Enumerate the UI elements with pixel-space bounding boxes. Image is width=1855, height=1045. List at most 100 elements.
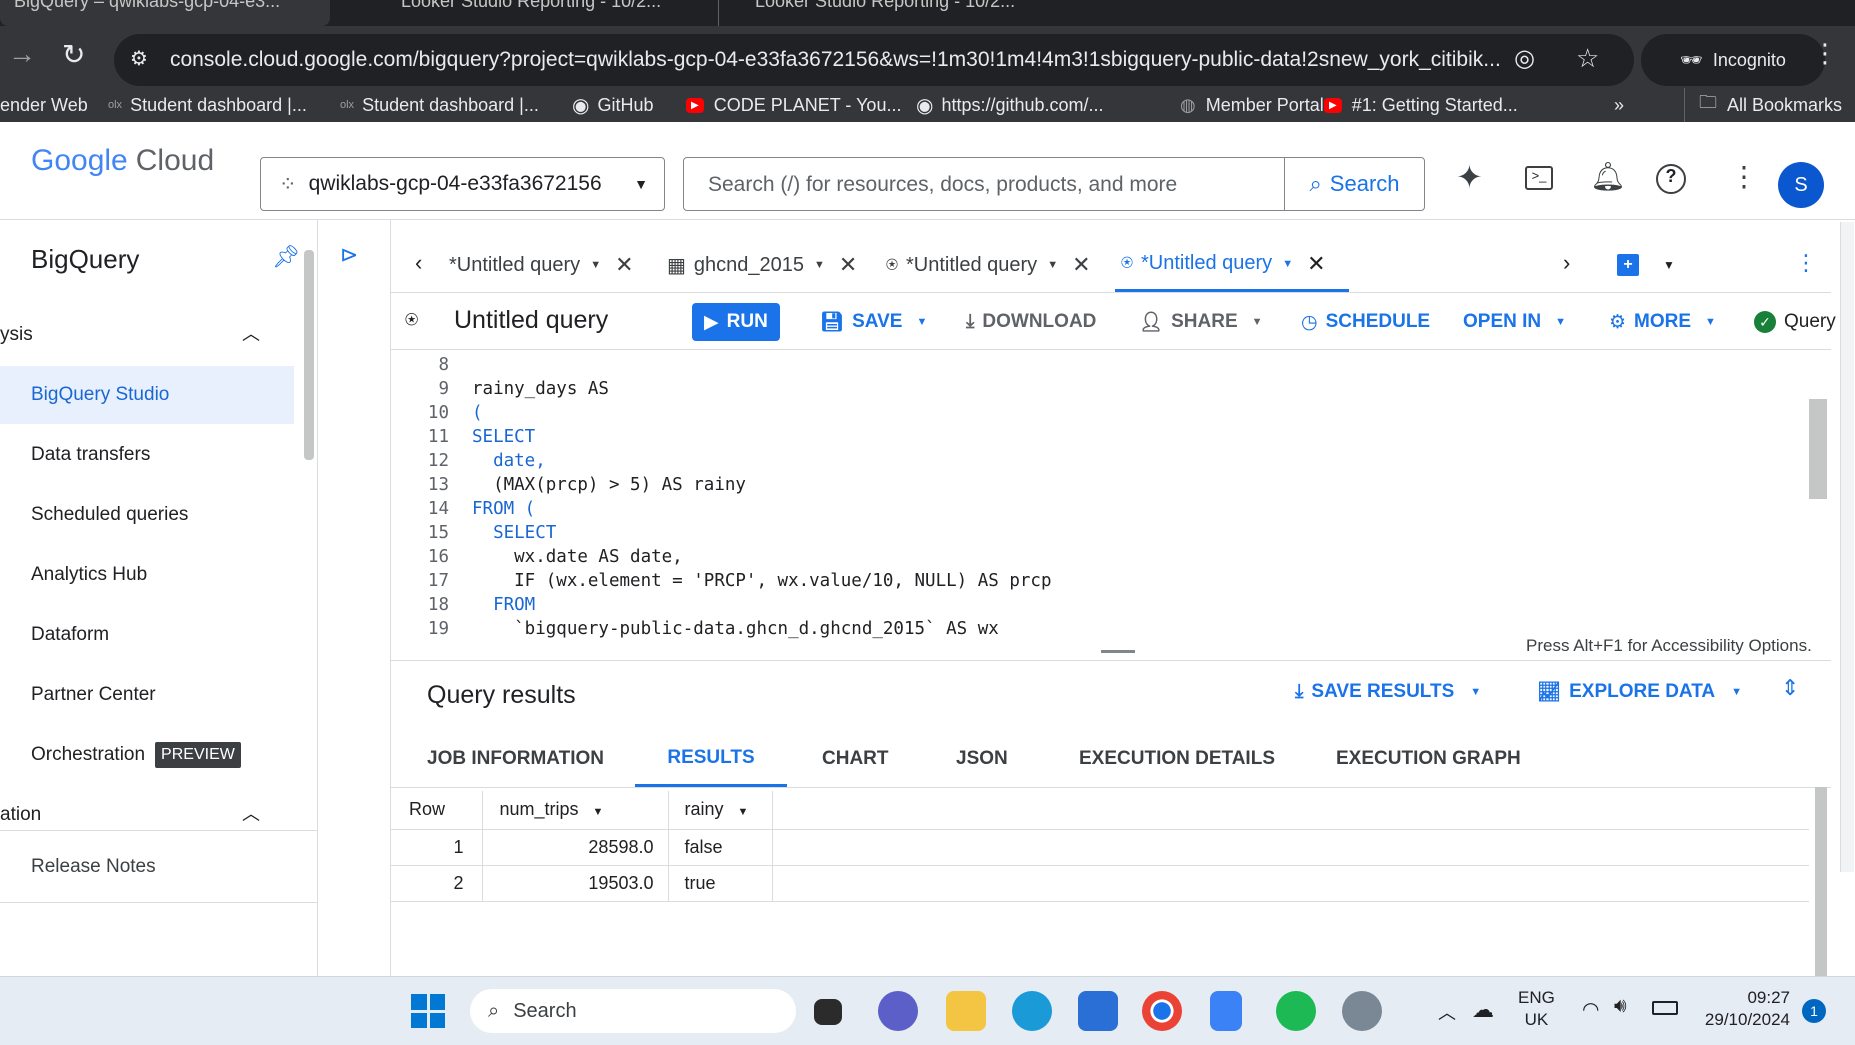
edge-icon[interactable] xyxy=(1012,991,1052,1031)
schedule-button[interactable]: ◷ SCHEDULE xyxy=(1301,293,1430,351)
battery-icon[interactable] xyxy=(1652,1001,1678,1015)
bookmark-item[interactable]: olx Student dashboard |... xyxy=(108,88,307,122)
bookmark-item[interactable]: ▶ CODE PLANET - You... xyxy=(686,88,901,122)
query-status[interactable]: ✓ Query xyxy=(1754,293,1836,351)
bookmark-star-icon[interactable]: ☆ xyxy=(1576,43,1599,74)
site-settings-icon[interactable]: ⚙ xyxy=(130,46,148,71)
clock[interactable]: 09:27 29/10/2024 xyxy=(1690,987,1790,1031)
sidebar-item-orchestration[interactable]: Orchestration PREVIEW xyxy=(0,726,294,784)
table-row[interactable]: 1 28598.0 false xyxy=(391,829,1809,865)
tab-untitled-query-2[interactable]: ⍟ *Untitled query ▼ ✕ xyxy=(886,238,1091,292)
explore-data-button[interactable]: 📈︎ EXPLORE DATA ▼ xyxy=(1537,663,1742,721)
taskbar-search[interactable]: ⌕ Search xyxy=(470,989,796,1033)
tab-untitled-query-active[interactable]: ⍟ *Untitled query ▼ ✕ xyxy=(1115,238,1349,292)
dropdown-arrow-icon[interactable]: ▼ xyxy=(1663,258,1675,272)
download-button[interactable]: ⤓ DOWNLOAD xyxy=(966,293,1096,351)
close-icon[interactable]: ✕ xyxy=(1307,251,1325,277)
more-bookmarks-icon[interactable]: » xyxy=(1614,88,1624,122)
save-button[interactable]: 💾︎ SAVE ▼ xyxy=(820,293,927,351)
bookmark-item[interactable]: olx Student dashboard |... xyxy=(340,88,539,122)
settings-menu-icon[interactable]: ⋮ xyxy=(1730,160,1758,193)
sidebar-item-bigquery-studio[interactable]: BigQuery Studio xyxy=(0,366,294,424)
google-cloud-logo[interactable]: Google Cloud xyxy=(31,144,214,178)
release-notes-link[interactable]: Release Notes xyxy=(31,856,156,878)
more-button[interactable]: ⚙ MORE ▼ xyxy=(1609,293,1716,351)
tab-menu-icon[interactable]: ⋮ xyxy=(1795,250,1817,276)
tab-ghcnd-2015[interactable]: ▦ ghcnd_2015 ▼ ✕ xyxy=(667,238,857,292)
browser-tab-bigquery[interactable]: BigQuery – qwiklabs-gcp-04-e3... xyxy=(0,0,330,26)
bookmark-item[interactable]: ▶ #1: Getting Started... xyxy=(1324,88,1518,122)
expand-icon[interactable]: ⇕ xyxy=(1781,675,1799,701)
close-icon[interactable]: ✕ xyxy=(1072,252,1090,278)
new-tab-button[interactable]: + xyxy=(1617,254,1639,276)
sidebar-scrollbar[interactable] xyxy=(304,250,314,460)
spotify-icon[interactable] xyxy=(1276,991,1316,1031)
avatar[interactable]: S xyxy=(1778,162,1824,208)
help-icon[interactable]: ? xyxy=(1656,164,1686,194)
sort-arrow-icon[interactable]: ▼ xyxy=(738,806,749,818)
save-results-button[interactable]: ⤓ SAVE RESULTS ▼ xyxy=(1295,663,1481,721)
search-input[interactable]: Search (/) for resources, docs, products… xyxy=(708,173,1177,197)
tab-untitled-query-1[interactable]: *Untitled query ▼ ✕ xyxy=(449,238,634,292)
close-icon[interactable]: ✕ xyxy=(615,252,633,278)
tab-execution-details[interactable]: EXECUTION DETAILS xyxy=(1079,731,1275,787)
dropdown-arrow-icon[interactable]: ▼ xyxy=(814,259,825,271)
chrome-icon[interactable] xyxy=(1142,991,1182,1031)
sidebar-section-migration[interactable]: ation xyxy=(0,804,41,826)
tab-execution-graph[interactable]: EXECUTION GRAPH xyxy=(1336,731,1521,787)
run-button[interactable]: ▶ RUN xyxy=(692,303,780,341)
url-text[interactable]: console.cloud.google.com/bigquery?projec… xyxy=(170,48,1501,72)
sort-arrow-icon[interactable]: ▼ xyxy=(593,806,604,818)
project-picker[interactable]: ⁘ qwiklabs-gcp-04-e33fa3672156 ▼ xyxy=(260,157,665,211)
bookmark-item[interactable]: ◉ https://github.com/... xyxy=(916,88,1104,122)
tab-job-information[interactable]: JOB INFORMATION xyxy=(427,731,604,787)
column-header-num-trips[interactable]: num_trips ▼ xyxy=(482,791,669,829)
notepad-icon[interactable] xyxy=(1210,991,1242,1031)
settings-icon[interactable] xyxy=(1342,991,1382,1031)
notifications-icon[interactable]: 🔔︎ xyxy=(1590,160,1626,193)
tabs-scroll-right-icon[interactable]: › xyxy=(1563,250,1570,276)
pin-icon[interactable]: 📌︎ xyxy=(272,244,300,270)
dropdown-arrow-icon[interactable]: ▼ xyxy=(1282,258,1293,270)
table-row[interactable]: 2 19503.0 true xyxy=(391,865,1809,901)
bookmark-item[interactable]: ◉ GitHub xyxy=(572,88,653,122)
sidebar-item-scheduled-queries[interactable]: Scheduled queries xyxy=(0,486,294,544)
results-scrollbar[interactable] xyxy=(1815,787,1827,977)
address-bar[interactable]: ⚙ console.cloud.google.com/bigquery?proj… xyxy=(114,34,1634,86)
onedrive-icon[interactable]: ☁ xyxy=(1472,997,1494,1023)
sidebar-item-data-transfers[interactable]: Data transfers xyxy=(0,426,294,484)
expand-explorer-icon[interactable]: ⊳ xyxy=(340,242,358,268)
column-header-rainy[interactable]: rainy ▼ xyxy=(668,791,773,829)
browser-menu-icon[interactable]: ⋮ xyxy=(1812,38,1838,69)
bookmark-item[interactable]: ◍ Member Portal xyxy=(1180,88,1324,122)
eye-off-icon[interactable]: ◎ xyxy=(1514,44,1535,73)
cloud-shell-icon[interactable]: >_ xyxy=(1525,166,1553,190)
gemini-icon[interactable]: ✦ xyxy=(1456,158,1483,196)
reload-icon[interactable]: ↻ xyxy=(62,38,85,71)
notification-badge[interactable]: 1 xyxy=(1802,999,1826,1023)
sidebar-item-partner-center[interactable]: Partner Center xyxy=(0,666,294,724)
volume-icon[interactable]: 🔊︎ xyxy=(1614,995,1627,1018)
browser-tab-looker-2[interactable]: Looker Studio Reporting - 10/2... xyxy=(718,0,1048,26)
search-bar[interactable]: Search (/) for resources, docs, products… xyxy=(683,157,1425,211)
open-in-button[interactable]: OPEN IN ▼ xyxy=(1463,293,1566,351)
resize-handle[interactable] xyxy=(1101,650,1135,653)
chevron-up-icon[interactable]: ︿ xyxy=(1438,999,1456,1025)
dropdown-arrow-icon[interactable]: ▼ xyxy=(590,259,601,271)
chevron-up-icon[interactable]: ︿ xyxy=(242,800,260,826)
close-icon[interactable]: ✕ xyxy=(839,252,857,278)
search-button[interactable]: ⌕ Search xyxy=(1284,158,1424,210)
teams-icon[interactable] xyxy=(878,991,918,1031)
browser-tab-looker-1[interactable]: Looker Studio Reporting - 10/2... xyxy=(365,0,695,26)
task-view-icon[interactable] xyxy=(814,999,842,1025)
tab-results[interactable]: RESULTS xyxy=(635,731,787,787)
incognito-indicator[interactable]: 🕶 Incognito xyxy=(1641,34,1825,86)
tab-chart[interactable]: CHART xyxy=(822,731,889,787)
bookmark-item[interactable]: ender Web xyxy=(0,88,88,122)
tab-json[interactable]: JSON xyxy=(956,731,1008,787)
sql-editor[interactable]: 8 9 rainy_days AS 10 ( 11 SELECT 12 date… xyxy=(391,351,1831,643)
page-scrollbar[interactable] xyxy=(1840,222,1854,872)
sidebar-section-analysis[interactable]: ysis xyxy=(0,324,33,346)
tabs-scroll-left-icon[interactable]: ‹ xyxy=(415,250,422,276)
store-icon[interactable] xyxy=(1078,991,1118,1031)
